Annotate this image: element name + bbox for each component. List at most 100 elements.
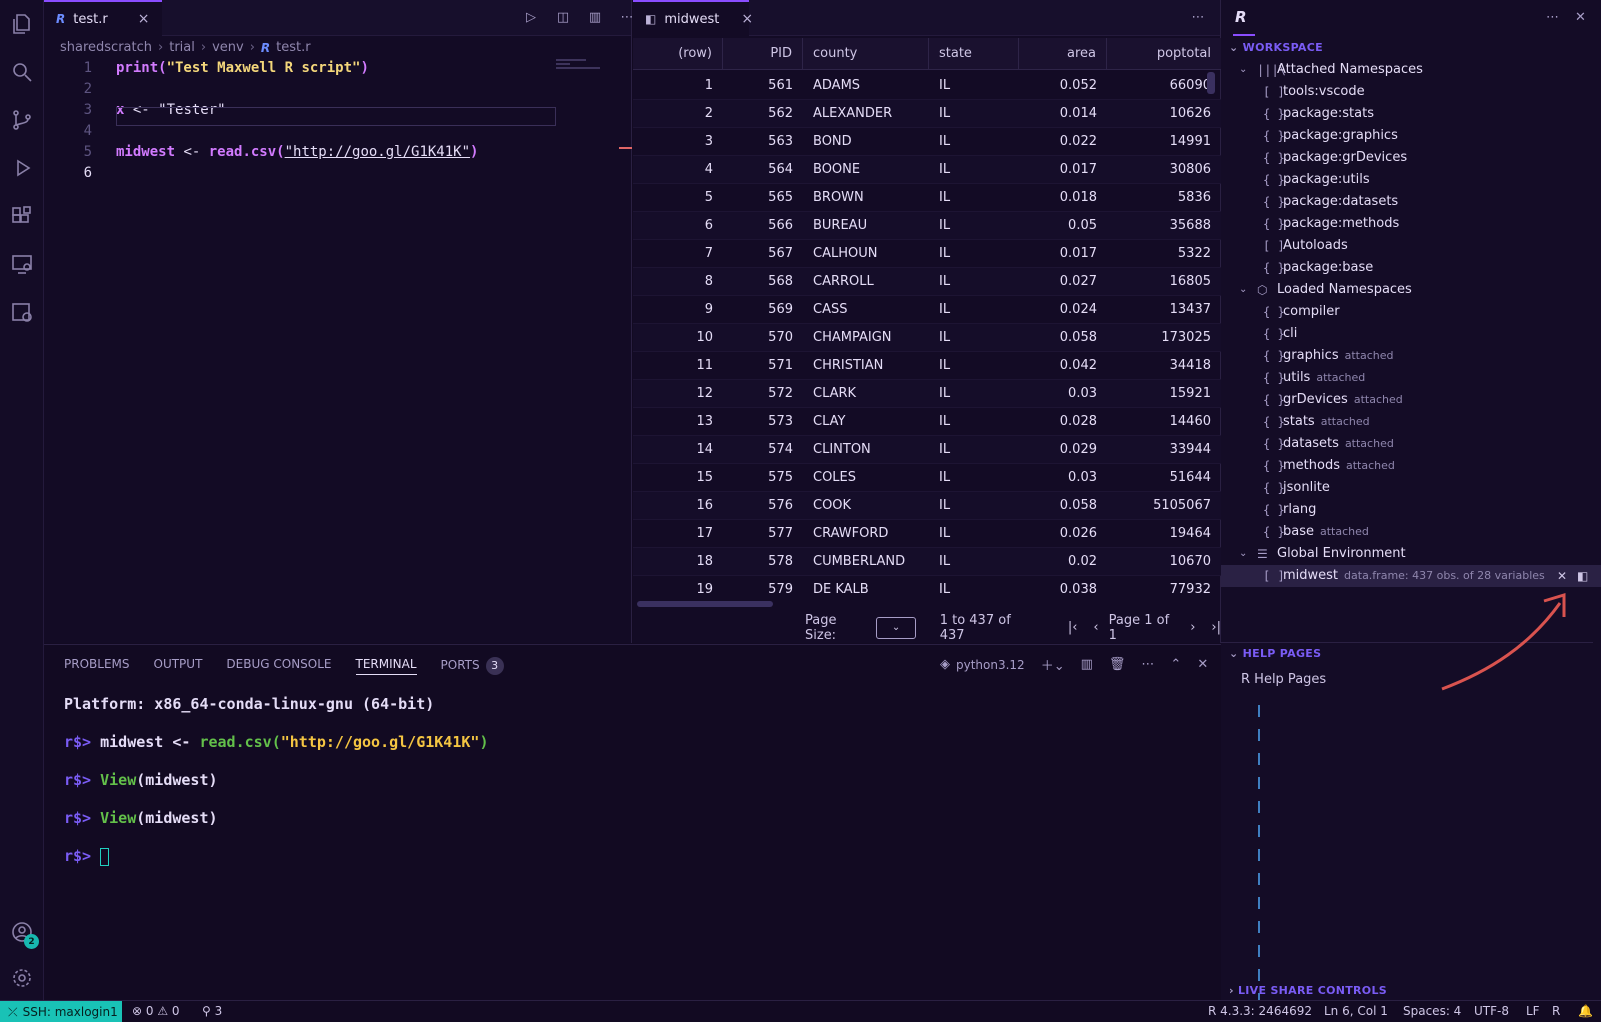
variable-midwest[interactable]: [ ] midwest data.frame: 437 obs. of 28 var… (1221, 565, 1601, 587)
tree-item[interactable]: [ ] tools:vscode (1221, 81, 1601, 103)
cursor-position[interactable]: Ln 6, Col 1 (1324, 1004, 1388, 1018)
trash-icon[interactable]: 🗑 (1109, 657, 1126, 672)
ports-indicator[interactable]: ⚲ 3 (202, 1004, 222, 1018)
tab-terminal[interactable]: TERMINAL (355, 657, 417, 675)
table-row[interactable]: 15 575 COLES IL 0.03 51644 (633, 464, 1221, 492)
column-header[interactable]: (row) (633, 38, 723, 70)
open-preview-icon[interactable]: ◫ (554, 8, 572, 26)
new-terminal-icon[interactable]: ＋⌄ (1041, 655, 1065, 674)
run-debug-icon[interactable] (8, 154, 36, 182)
horizontal-scrollbar[interactable] (637, 601, 773, 607)
tree-item[interactable]: { } package:base (1221, 257, 1601, 279)
tab-problems[interactable]: PROBLEMS (64, 657, 130, 675)
problems-indicator[interactable]: ⊗ 0 ⚠ 0 (132, 1004, 180, 1018)
remote-indicator[interactable]: ⤫ SSH: maxlogin1 (0, 1001, 122, 1022)
tree-item[interactable]: { } jsonlite (1221, 477, 1601, 499)
table-row[interactable]: 9 569 CASS IL 0.024 13437 (633, 296, 1221, 324)
terminal-output[interactable]: Platform: x86_64-conda-linux-gnu (64-bit… (64, 685, 488, 875)
extensions-icon[interactable] (8, 202, 36, 230)
global-environment-group[interactable]: ⌄ ☰ Global Environment (1221, 543, 1601, 565)
tab-midwest[interactable]: ◧ midwest × (633, 0, 753, 36)
tree-item[interactable]: { } methods attached (1221, 455, 1601, 477)
table-row[interactable]: 11 571 CHRISTIAN IL 0.042 34418 (633, 352, 1221, 380)
split-terminal-icon[interactable]: ▥ (1081, 657, 1093, 672)
table-row[interactable]: 14 574 CLINTON IL 0.029 33944 (633, 436, 1221, 464)
tree-item[interactable]: { } graphics attached (1221, 345, 1601, 367)
tree-item[interactable]: { } base attached (1221, 521, 1601, 543)
close-icon[interactable]: ✕ (1197, 657, 1208, 672)
table-row[interactable]: 17 577 CRAWFORD IL 0.026 19464 (633, 520, 1221, 548)
workspace-section-title[interactable]: ⌄ WORKSPACE (1229, 41, 1323, 54)
maximize-panel-icon[interactable]: ⌃ (1170, 657, 1181, 672)
loaded-namespaces-group[interactable]: ⌄ ⬡ Loaded Namespaces (1221, 279, 1601, 301)
line-ending[interactable]: LF (1526, 1004, 1540, 1018)
first-page-icon[interactable]: |‹ (1068, 620, 1078, 635)
tree-item[interactable]: { } package:stats (1221, 103, 1601, 125)
chevron-down-icon[interactable]: ⌄ (1239, 279, 1247, 301)
table-row[interactable]: 12 572 CLARK IL 0.03 15921 (633, 380, 1221, 408)
source-control-icon[interactable] (8, 106, 36, 134)
settings-gear-icon[interactable] (8, 964, 36, 992)
chevron-down-icon[interactable]: ⌄ (1239, 543, 1247, 565)
tree-item[interactable]: { } package:datasets (1221, 191, 1601, 213)
close-icon[interactable]: × (138, 11, 150, 27)
tree-item[interactable]: [ ] Autoloads (1221, 235, 1601, 257)
explorer-icon[interactable] (8, 10, 36, 38)
tree-item[interactable]: { } rlang (1221, 499, 1601, 521)
tree-item[interactable]: { } datasets attached (1221, 433, 1601, 455)
r-workspace-icon[interactable] (8, 298, 36, 326)
breadcrumb-item[interactable]: venv (212, 40, 244, 55)
column-header[interactable]: area (1019, 38, 1107, 70)
tree-item[interactable]: { } package:methods (1221, 213, 1601, 235)
breadcrumb-item[interactable]: sharedscratch (60, 40, 152, 55)
r-version[interactable]: R 4.3.3: 2464692 (1208, 1004, 1312, 1018)
close-icon[interactable]: × (741, 11, 753, 27)
breadcrumb-item[interactable]: trial (169, 40, 195, 55)
attached-namespaces-group[interactable]: ⌄ |||\ Attached Namespaces (1221, 59, 1601, 81)
table-row[interactable]: 4 564 BOONE IL 0.017 30806 (633, 156, 1221, 184)
tree-item[interactable]: { } package:utils (1221, 169, 1601, 191)
tree-item[interactable]: { } grDevices attached (1221, 389, 1601, 411)
column-header[interactable]: poptotal (1107, 38, 1221, 70)
column-header[interactable]: county (803, 38, 929, 70)
view-data-icon[interactable]: ◧ (1577, 565, 1588, 587)
tab-output[interactable]: OUTPUT (154, 657, 203, 675)
chevron-down-icon[interactable]: ⌄ (1239, 59, 1247, 81)
table-row[interactable]: 13 573 CLAY IL 0.028 14460 (633, 408, 1221, 436)
tree-item[interactable]: { } cli (1221, 323, 1601, 345)
table-row[interactable]: 1 561 ADAMS IL 0.052 66090 (633, 72, 1221, 100)
tree-item[interactable]: { } compiler (1221, 301, 1601, 323)
tree-item[interactable]: { } stats attached (1221, 411, 1601, 433)
tab-ports[interactable]: PORTS 3 (441, 657, 504, 675)
terminal-shell-label[interactable]: python3.12 (956, 658, 1025, 672)
table-row[interactable]: 7 567 CALHOUN IL 0.017 5322 (633, 240, 1221, 268)
notifications-icon[interactable]: 🔔 (1578, 1004, 1593, 1018)
next-page-icon[interactable]: › (1190, 620, 1195, 635)
table-row[interactable]: 10 570 CHAMPAIGN IL 0.058 173025 (633, 324, 1221, 352)
indentation[interactable]: Spaces: 4 (1403, 1004, 1461, 1018)
more-actions-icon[interactable]: ⋯ (1189, 8, 1207, 26)
table-row[interactable]: 16 576 COOK IL 0.058 5105067 (633, 492, 1221, 520)
prev-page-icon[interactable]: ‹ (1093, 620, 1098, 635)
tree-item[interactable]: { } utils attached (1221, 367, 1601, 389)
remove-variable-icon[interactable]: ✕ (1557, 565, 1567, 587)
vertical-scrollbar[interactable] (1207, 72, 1215, 94)
language-mode[interactable]: R (1552, 1004, 1560, 1018)
tab-debug-console[interactable]: DEBUG CONSOLE (226, 657, 331, 675)
search-icon[interactable] (8, 58, 36, 86)
tree-item[interactable]: { } package:grDevices (1221, 147, 1601, 169)
remote-explorer-icon[interactable] (8, 250, 36, 278)
tree-item[interactable]: { } package:graphics (1221, 125, 1601, 147)
run-icon[interactable]: ▷ (522, 8, 540, 26)
accounts-icon[interactable]: 2 (8, 918, 39, 949)
more-actions-icon[interactable]: ⋯ (1141, 657, 1154, 672)
table-row[interactable]: 8 568 CARROLL IL 0.027 16805 (633, 268, 1221, 296)
encoding[interactable]: UTF-8 (1474, 1004, 1509, 1018)
minimap[interactable] (556, 57, 616, 77)
breadcrumb-item[interactable]: test.r (276, 40, 310, 55)
last-page-icon[interactable]: ›| (1211, 620, 1221, 635)
table-row[interactable]: 6 566 BUREAU IL 0.05 35688 (633, 212, 1221, 240)
r-help-pages-item[interactable]: R Help Pages (1241, 672, 1326, 687)
live-share-section-title[interactable]: › LIVE SHARE CONTROLS (1229, 984, 1387, 997)
table-row[interactable]: 2 562 ALEXANDER IL 0.014 10626 (633, 100, 1221, 128)
